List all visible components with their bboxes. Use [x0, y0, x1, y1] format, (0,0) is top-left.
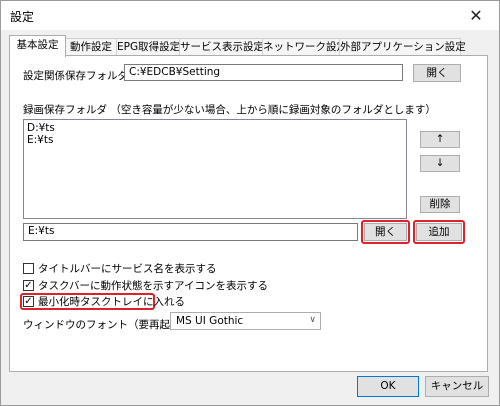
- settings-dialog: 設定 ✕ 基本設定 動作設定 EPG取得設定 サービス表示設定 ネットワーク設定…: [0, 0, 500, 406]
- font-select[interactable]: MS UI Gothic ∨: [170, 312, 321, 330]
- font-setting-label: ウィンドウのフォント（要再起動）: [23, 319, 191, 331]
- tab-service-display-settings[interactable]: サービス表示設定: [179, 38, 264, 56]
- service-name-checkbox-label: タイトルバーにサービス名を表示する: [38, 263, 217, 275]
- settings-folder-open-button[interactable]: 開く: [413, 64, 461, 82]
- minimize-tray-checkbox[interactable]: ✓: [23, 296, 34, 307]
- tab-external-app-settings[interactable]: 外部アプリケーション設定: [339, 38, 466, 56]
- tab-behavior-settings[interactable]: 動作設定: [65, 38, 117, 56]
- window-title: 設定: [10, 10, 35, 24]
- record-folder-open-button[interactable]: 開く: [364, 223, 407, 241]
- delete-button[interactable]: 削除: [420, 196, 460, 213]
- move-up-button[interactable]: ↑: [420, 131, 460, 148]
- list-item[interactable]: D:¥ts: [27, 122, 403, 134]
- service-name-checkbox[interactable]: [23, 263, 34, 274]
- minimize-tray-checkbox-label: 最小化時タスクトレイに入れる: [38, 296, 185, 308]
- tab-network-settings[interactable]: ネットワーク設定: [262, 38, 347, 56]
- tab-basic-settings[interactable]: 基本設定: [9, 35, 66, 57]
- chevron-down-icon: ∨: [309, 315, 316, 325]
- close-icon[interactable]: ✕: [453, 1, 499, 30]
- settings-folder-label: 設定関係保存フォルダ: [23, 70, 128, 82]
- add-button[interactable]: 追加: [416, 223, 462, 241]
- check-icon: ✓: [24, 296, 33, 307]
- move-down-button[interactable]: ↓: [420, 155, 460, 172]
- title-bar: 設定 ✕: [1, 1, 499, 30]
- record-folder-label: 録画保存フォルダ （空き容量が少ない場合、上から順に録画対象のフォルダとします）: [23, 104, 436, 116]
- check-icon: ✓: [24, 280, 33, 291]
- cancel-button[interactable]: キャンセル: [425, 376, 489, 397]
- record-folder-input[interactable]: E:¥ts: [23, 223, 358, 241]
- record-folder-list[interactable]: D:¥ts E:¥ts: [23, 119, 407, 219]
- taskbar-icon-checkbox-label: タスクバーに動作状態を示すアイコンを表示する: [38, 280, 268, 292]
- settings-folder-input[interactable]: C:¥EDCB¥Setting: [124, 64, 403, 81]
- tab-panel-basic: 設定関係保存フォルダ C:¥EDCB¥Setting 開く 録画保存フォルダ （…: [9, 55, 488, 372]
- ok-button[interactable]: OK: [357, 376, 419, 397]
- list-item[interactable]: E:¥ts: [27, 134, 403, 146]
- taskbar-icon-checkbox[interactable]: ✓: [23, 280, 34, 291]
- tab-epg-settings[interactable]: EPG取得設定: [116, 38, 180, 56]
- font-select-value: MS UI Gothic: [176, 315, 244, 327]
